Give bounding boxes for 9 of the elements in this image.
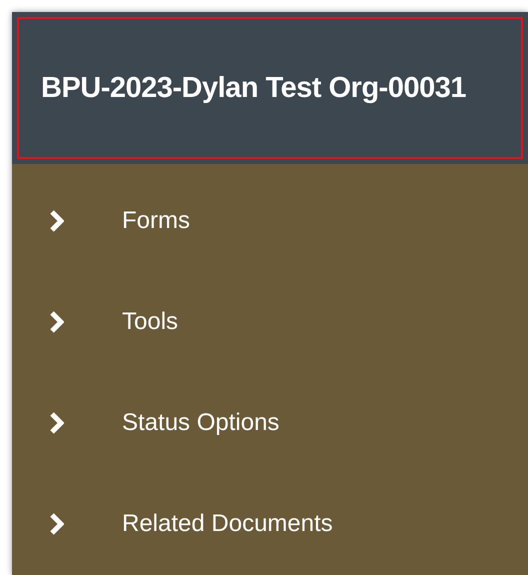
menu-item[interactable]: Status Options	[12, 372, 528, 473]
record-title: BPU-2023-Dylan Test Org-00031	[41, 71, 466, 106]
menu-item[interactable]: Forms	[12, 170, 528, 271]
menu-label: Tools	[122, 306, 178, 336]
menu-label: Status Options	[122, 408, 280, 438]
menu-label: Related Documents	[122, 508, 333, 538]
menu-item[interactable]: Tools	[12, 271, 528, 372]
menu-label: Forms	[122, 206, 190, 236]
menu-item[interactable]: Related Documents	[12, 473, 528, 574]
